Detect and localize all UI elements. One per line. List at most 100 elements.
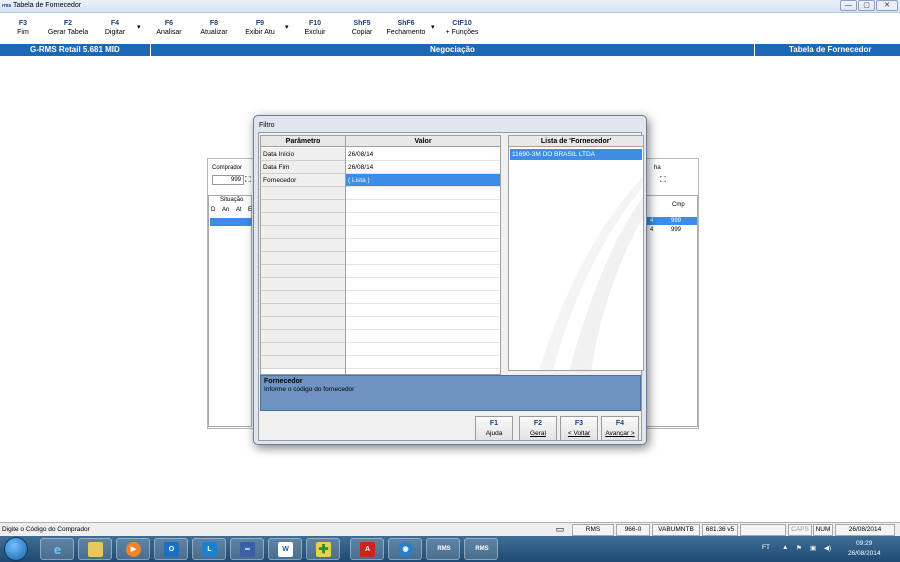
fim-label: Fim xyxy=(17,29,29,36)
empty-param-row xyxy=(261,317,345,330)
digitar-dropdown-icon[interactable]: ▾ xyxy=(137,23,141,45)
comprador-input[interactable]: 999 xyxy=(212,175,244,185)
fim-button[interactable]: F3 Fim xyxy=(10,19,36,41)
dialog-title: Filtro xyxy=(259,122,275,129)
file-explorer-icon[interactable] xyxy=(78,538,112,560)
empty-value-row xyxy=(346,278,500,291)
screen-title: Tabela de Fornecedor xyxy=(789,45,872,54)
situacao-header: Situação xyxy=(220,197,244,203)
internet-explorer-icon[interactable]: e xyxy=(40,538,74,560)
avancar-button[interactable]: F4 Avançar > xyxy=(601,416,639,441)
gerar-tabela-label: Gerar Tabela xyxy=(47,29,89,36)
geral-key: F2 xyxy=(533,420,543,427)
empty-value-row xyxy=(346,213,500,226)
start-button[interactable] xyxy=(4,537,28,561)
fechamento-key: ShF6 xyxy=(397,20,415,27)
clock-date[interactable]: 26/08/2014 xyxy=(848,550,881,557)
fornecedor-list-panel[interactable]: Lista de 'Fornecedor' 11690-3M DO BRASIL… xyxy=(508,135,644,371)
comprador-label: Comprador xyxy=(212,165,243,171)
show-hidden-icons-icon[interactable]: ▲ xyxy=(782,544,788,551)
empty-value-row xyxy=(346,239,500,252)
toolbar: F3 Fim F2 Gerar Tabela F4 Digitar ▾ F6 A… xyxy=(0,13,900,43)
network-app-icon[interactable]: ◉ xyxy=(388,538,422,560)
voltar-button[interactable]: F3 < Voltar xyxy=(560,416,598,441)
atualizar-button[interactable]: F8 Atualizar xyxy=(198,19,230,41)
situacao-col-e: E xyxy=(248,207,253,213)
gerar-tabela-button[interactable]: F2 Gerar Tabela xyxy=(44,19,92,41)
digitar-button[interactable]: F4 Digitar xyxy=(101,19,129,41)
app-version: G-RMS Retail 5.681 MID xyxy=(30,45,120,54)
voltar-key: F3 xyxy=(574,420,584,427)
ajuda-button[interactable]: F1 Ajuda xyxy=(475,416,513,441)
right-search-icon[interactable]: ⛶ xyxy=(660,175,666,185)
ajuda-label: Ajuda xyxy=(485,430,503,437)
empty-value-row xyxy=(346,356,500,369)
value-fornecedor[interactable]: ( Lista ) xyxy=(346,174,500,187)
empty-value-row xyxy=(346,200,500,213)
value-data-inicio[interactable]: 26/08/14 xyxy=(346,148,500,161)
situacao-col-at: At xyxy=(236,207,242,213)
param-fornecedor[interactable]: Fornecedor xyxy=(261,174,345,187)
list-item[interactable]: 11690-3M DO BRASIL LTDA xyxy=(510,149,642,160)
avancar-label: Avançar > xyxy=(605,430,635,437)
lync-glyph: L xyxy=(202,542,217,557)
copiar-button[interactable]: ShF5 Copiar xyxy=(348,19,376,41)
lync-icon[interactable]: L xyxy=(192,538,226,560)
analisar-button[interactable]: F6 Analisar xyxy=(154,19,184,41)
empty-param-row xyxy=(261,239,345,252)
mais-funcoes-key: CtF10 xyxy=(452,20,472,27)
ajuda-key: F1 xyxy=(489,420,499,427)
minimize-button[interactable]: — xyxy=(840,0,857,11)
status-pane-version: 681.36 v5 xyxy=(702,524,738,536)
mais-funcoes-button[interactable]: CtF10 + Funções xyxy=(443,19,481,41)
window-title: Tabela de Fornecedor xyxy=(13,2,82,9)
media-player-icon[interactable]: ▶ xyxy=(116,538,150,560)
status-bar: Digite o Código do Comprador ▭ RMS 966-0… xyxy=(0,522,900,536)
empty-value-row xyxy=(346,252,500,265)
param-data-fim[interactable]: Data Fim xyxy=(261,161,345,174)
green-plus-app-icon[interactable]: ✚ xyxy=(306,538,340,560)
word-icon[interactable]: W xyxy=(268,538,302,560)
outlook-icon[interactable]: O xyxy=(154,538,188,560)
status-pane-date: 26/08/2014 xyxy=(835,524,895,536)
header-divider xyxy=(150,44,151,56)
clock-time[interactable]: 09:29 xyxy=(856,540,872,547)
situacao-table[interactable]: Situação D An At E xyxy=(208,195,252,427)
acrobat-icon[interactable]: A xyxy=(350,538,384,560)
status-pane-empty xyxy=(740,524,786,536)
fim-key: F3 xyxy=(18,20,28,27)
flag-icon[interactable]: ⚑ xyxy=(796,544,802,552)
fechamento-button[interactable]: ShF6 Fechamento xyxy=(384,19,428,41)
results-table[interactable]: Cmp 4 999 4 999 xyxy=(646,195,698,427)
remote-app-icon[interactable]: ∞ xyxy=(230,538,264,560)
help-title: Fornecedor xyxy=(264,378,303,385)
value-column-header: Valor xyxy=(346,136,500,147)
comprador-search-icon[interactable]: ⛶ xyxy=(245,175,251,185)
voltar-label: < Voltar xyxy=(567,430,591,437)
value-data-fim[interactable]: 26/08/14 xyxy=(346,161,500,174)
volume-icon[interactable]: ◀) xyxy=(824,544,831,552)
exibir-atu-button[interactable]: F9 Exibir Atu xyxy=(242,19,278,41)
empty-param-row xyxy=(261,304,345,317)
row-value: 4 xyxy=(650,227,654,233)
network-icon[interactable]: ▣ xyxy=(810,544,816,552)
maximize-button[interactable]: ▢ xyxy=(858,0,875,11)
rms-app-icon[interactable]: RMS xyxy=(426,538,460,560)
empty-param-row xyxy=(261,278,345,291)
exibir-atu-dropdown-icon[interactable]: ▾ xyxy=(285,23,289,45)
rms-app-icon[interactable]: RMS xyxy=(464,538,498,560)
excluir-button[interactable]: F10 Excluir xyxy=(302,19,328,41)
digitar-label: Digitar xyxy=(104,29,126,36)
selected-row[interactable] xyxy=(210,218,252,226)
fechamento-dropdown-icon[interactable]: ▾ xyxy=(431,23,435,45)
fechamento-label: Fechamento xyxy=(386,29,426,36)
close-button[interactable]: ✕ xyxy=(876,0,898,11)
status-message: Digite o Código do Comprador xyxy=(2,526,90,533)
empty-value-row xyxy=(346,343,500,356)
language-indicator[interactable]: FT xyxy=(762,544,770,551)
copiar-key: ShF5 xyxy=(353,20,371,27)
geral-button[interactable]: F2 Geral xyxy=(519,416,557,441)
param-data-inicio[interactable]: Data Início xyxy=(261,148,345,161)
mais-funcoes-label: + Funções xyxy=(445,29,479,36)
gerar-tabela-key: F2 xyxy=(63,20,73,27)
